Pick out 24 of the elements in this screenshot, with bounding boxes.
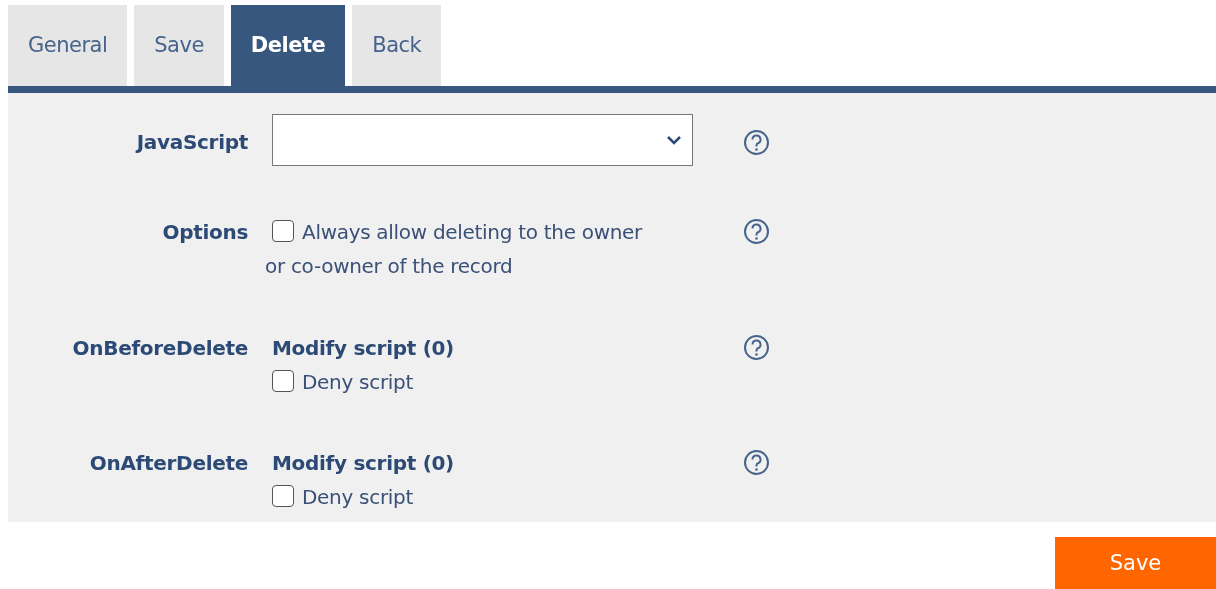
help-icon[interactable] (743, 449, 770, 476)
field-label: JavaScript (134, 129, 248, 156)
help-icon[interactable] (743, 129, 770, 156)
chevron-down-icon (666, 135, 682, 145)
tab[interactable]: General (8, 5, 128, 86)
tab[interactable]: Save (134, 5, 224, 86)
help-icon[interactable] (743, 334, 770, 361)
option-label: Deny script (302, 485, 413, 509)
option-label: Always allow deleting to the owner (302, 220, 642, 244)
option-label: Deny script (302, 370, 413, 394)
help-icon[interactable] (743, 218, 770, 245)
option-label: or co-owner of the record (265, 254, 513, 278)
checkbox[interactable] (272, 220, 294, 242)
field-label: OnAfterDelete (88, 450, 248, 477)
checkbox[interactable] (272, 370, 294, 392)
tab[interactable]: Delete (230, 5, 346, 86)
select-field[interactable] (272, 114, 693, 166)
modify-script-link[interactable]: Modify script (0) (272, 451, 454, 475)
checkbox[interactable] (272, 485, 294, 507)
field-label: Options (161, 219, 248, 246)
field-label: OnBeforeDelete (71, 335, 248, 362)
save-button[interactable]: Save (1055, 537, 1216, 589)
tab[interactable]: Back (352, 5, 442, 86)
modify-script-link[interactable]: Modify script (0) (272, 336, 454, 360)
